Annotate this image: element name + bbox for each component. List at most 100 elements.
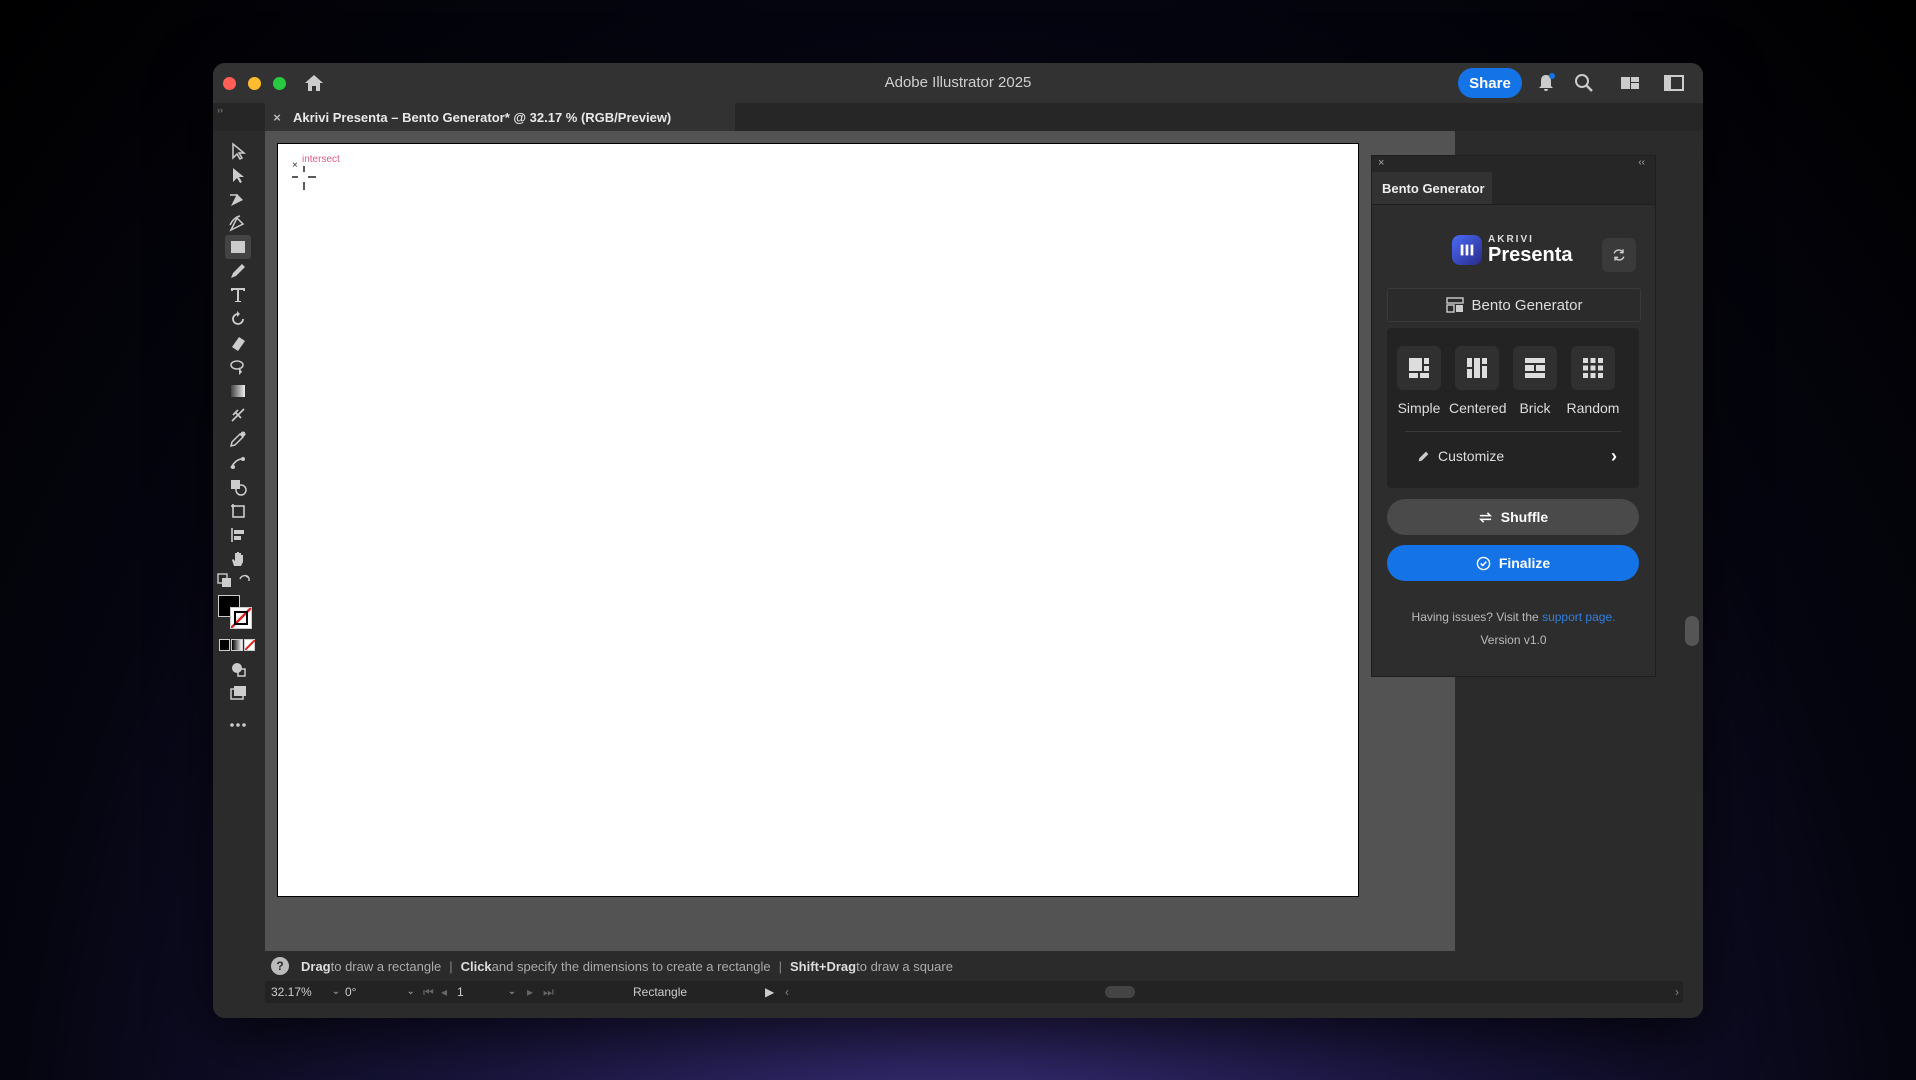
brick-layout-icon (1513, 346, 1557, 390)
minimize-window-button[interactable] (248, 77, 261, 90)
bell-icon[interactable] (1535, 72, 1557, 94)
next-artboard-icon[interactable]: ▸ (527, 985, 533, 999)
akrivi-presenta-logo: AKRIVI Presenta (1452, 235, 1573, 265)
rectangle-tool-icon[interactable] (225, 235, 251, 259)
artboard[interactable]: intersect × (277, 143, 1359, 897)
chevron-right-icon: › (1611, 445, 1617, 466)
panel-close-icon[interactable]: × (1378, 157, 1384, 169)
random-layout-icon (1571, 346, 1615, 390)
share-button[interactable]: Share (1458, 68, 1522, 98)
status-hint-bar: ? Drag to draw a rectangle | Click and s… (265, 951, 1683, 981)
panel-toggle-icon[interactable] (1663, 72, 1685, 94)
direct-selection-tool-icon[interactable] (225, 163, 251, 187)
layout-simple[interactable]: Simple (1391, 346, 1447, 416)
crosshair-cursor-icon (292, 166, 316, 190)
home-icon[interactable] (303, 73, 325, 93)
panel-collapse-icon[interactable]: ‹‹ (1638, 157, 1645, 168)
close-window-button[interactable] (223, 77, 236, 90)
fill-stroke-swatches[interactable] (218, 595, 254, 631)
lasso-tool-icon[interactable] (225, 355, 251, 379)
shape-builder-tool-icon[interactable] (225, 475, 251, 499)
close-tab-icon[interactable]: × (267, 110, 287, 125)
blend-tool-icon[interactable] (225, 451, 251, 475)
panel-tabs: Bento Generator (1372, 172, 1655, 205)
finalize-label: Finalize (1498, 555, 1551, 571)
chevron-down-icon[interactable]: ⌄ (406, 986, 414, 997)
layout-label: Centered (1449, 400, 1507, 416)
first-artboard-icon[interactable]: ⏮ (423, 985, 434, 1000)
vertical-scrollbar[interactable] (1683, 131, 1703, 1009)
tools-panel (213, 131, 265, 1018)
chevron-down-icon[interactable]: ⌄ (508, 986, 516, 997)
artboard-field[interactable]: 1 ⌄ (457, 983, 516, 1000)
status-text-1: to draw a rectangle (330, 958, 442, 974)
bento-grid-icon (1445, 297, 1464, 313)
zoom-field[interactable]: 32.17% ⌄ (271, 983, 340, 1000)
document-tab-bar: ›› × Akrivi Presenta – Bento Generator* … (213, 103, 1703, 131)
mesh-tool-icon[interactable] (225, 403, 251, 427)
hand-tool-icon[interactable] (225, 547, 251, 571)
rotation-field[interactable]: 0° ⌄ (345, 983, 415, 1000)
section-header: Bento Generator (1387, 288, 1641, 322)
more-tools-icon[interactable] (225, 713, 251, 737)
toolbar-collapse-icon[interactable]: ›› (217, 105, 223, 115)
gradient-tool-icon[interactable] (225, 379, 251, 403)
layout-centered[interactable]: Centered (1449, 346, 1507, 416)
artboard-tool-icon[interactable] (225, 499, 251, 523)
color-mode-icon[interactable] (219, 639, 231, 651)
tab-bento-generator[interactable]: Bento Generator (1372, 172, 1492, 204)
version-text: Version v1.0 (1480, 633, 1547, 647)
swap-fill-stroke-icon[interactable] (237, 573, 253, 589)
maximize-window-button[interactable] (273, 77, 286, 90)
layout-label: Simple (1397, 400, 1441, 416)
canvas-area[interactable]: intersect × (265, 131, 1455, 951)
help-icon[interactable]: ? (271, 957, 289, 975)
document-tab-title: Akrivi Presenta – Bento Generator* @ 32.… (293, 109, 672, 125)
scroll-left-icon[interactable]: ‹ (785, 985, 789, 999)
rotation-value: 0° (345, 984, 357, 999)
screen-mode-icon[interactable] (225, 681, 251, 705)
finalize-button[interactable]: Finalize (1387, 545, 1639, 581)
horizontal-scroll-thumb[interactable] (1105, 986, 1135, 998)
support-page-link[interactable]: support page. (1542, 610, 1615, 624)
default-fill-stroke-icon[interactable] (217, 573, 233, 589)
eraser-tool-icon[interactable] (225, 331, 251, 355)
layout-label: Brick (1519, 400, 1551, 416)
refresh-icon (1613, 249, 1625, 261)
align-tool-icon[interactable] (225, 523, 251, 547)
chevron-down-icon[interactable]: ⌄ (332, 986, 340, 997)
customize-row[interactable]: Customize › (1417, 445, 1617, 466)
none-mode-icon[interactable] (243, 639, 255, 651)
scroll-right-icon[interactable]: › (1675, 985, 1679, 999)
draw-mode-icon[interactable] (225, 657, 251, 681)
type-tool-icon[interactable] (225, 283, 251, 307)
pen-tool-icon[interactable] (225, 187, 251, 211)
status-text-2: and specify the dimensions to create a r… (491, 958, 771, 974)
layout-brick[interactable]: Brick (1507, 346, 1563, 416)
rotate-tool-icon[interactable] (225, 307, 251, 331)
color-mode-buttons[interactable] (219, 639, 255, 651)
last-artboard-icon[interactable]: ⏭ (543, 985, 554, 1000)
status-bold-1: Drag (301, 958, 331, 974)
shuffle-button[interactable]: Shuffle (1387, 499, 1639, 535)
pencil-tool-icon[interactable] (225, 259, 251, 283)
presenta-logo-icon (1452, 235, 1482, 265)
prev-artboard-icon[interactable]: ◂ (441, 985, 447, 999)
curvature-tool-icon[interactable] (225, 211, 251, 235)
shuffle-label: Shuffle (1500, 509, 1549, 525)
status-separator: | (778, 958, 783, 974)
selection-tool-icon[interactable] (225, 139, 251, 163)
play-icon[interactable]: ▶ (765, 985, 774, 999)
status-bold-3: Shift+Drag (790, 958, 857, 974)
eyedropper-tool-icon[interactable] (225, 427, 251, 451)
document-tab[interactable]: × Akrivi Presenta – Bento Generator* @ 3… (265, 103, 735, 131)
refresh-button[interactable] (1602, 238, 1636, 272)
brand-big: Presenta (1488, 244, 1573, 266)
stroke-swatch[interactable] (230, 607, 252, 629)
search-icon[interactable] (1573, 72, 1595, 94)
scroll-thumb[interactable] (1685, 616, 1699, 646)
gradient-mode-icon[interactable] (231, 639, 243, 651)
workspace-switcher-icon[interactable] (1619, 72, 1641, 94)
layout-random[interactable]: Random (1565, 346, 1621, 416)
current-tool-name: Rectangle (633, 985, 688, 999)
